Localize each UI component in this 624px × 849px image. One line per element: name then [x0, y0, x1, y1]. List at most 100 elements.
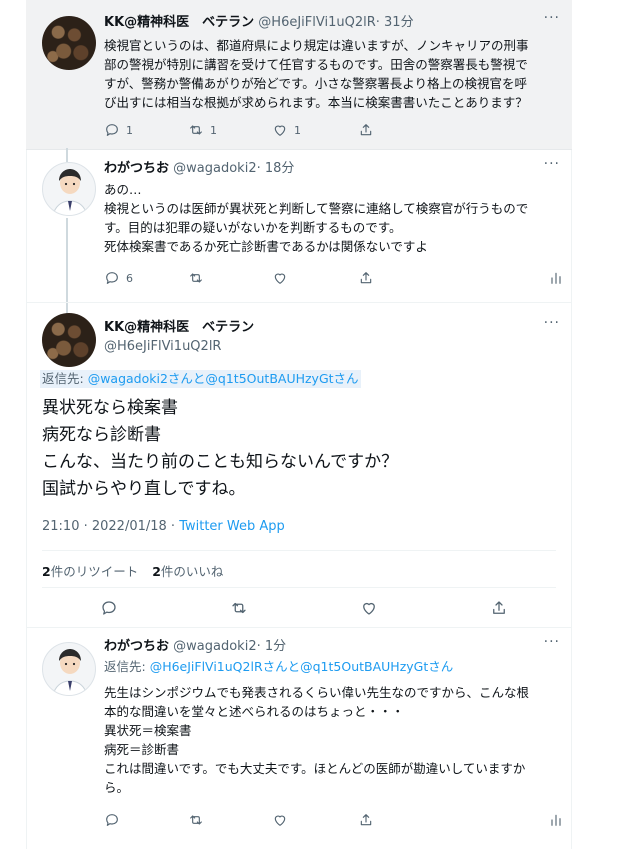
avatar-wagadoki[interactable] — [42, 642, 96, 696]
tweet-time[interactable]: · 31分 — [376, 15, 414, 30]
analytics-icon — [551, 814, 561, 826]
author-name[interactable]: KK@精神科医 ベテラン — [104, 319, 254, 337]
more-icon[interactable]: ··· — [544, 10, 560, 26]
divider — [42, 550, 556, 551]
tweet-wagadoki-2[interactable]: わがつちお @wagadoki2· 1分 ··· 返信先: @H6eJiFlVi… — [26, 627, 572, 849]
retweet-icon — [232, 602, 246, 614]
reply-to-line: 返信先: @H6eJiFlVi1uQ2lRさんと@q1t5OutBAUHzyGt… — [104, 658, 453, 676]
analytics-button[interactable] — [548, 270, 564, 286]
tweet-actions: 1 1 1 — [104, 122, 404, 140]
retweet-button[interactable] — [188, 270, 204, 286]
author-name[interactable]: KK@精神科医 ベテラン — [104, 15, 254, 30]
like-button[interactable]: 1 — [272, 122, 301, 138]
tweet-line: 異状死＝検案書 — [104, 723, 192, 738]
timestamp-text[interactable]: 21:10 · 2022/01/18 · — [42, 519, 179, 534]
tweet-text: 異状死なら検案書 病死なら診断書 こんな、当たり前のことも知らないんですか？ 国… — [42, 395, 542, 503]
author-name[interactable]: わがつちお — [104, 161, 169, 176]
author-name[interactable]: わがつちお — [104, 639, 169, 654]
share-button[interactable] — [358, 122, 374, 138]
tweet-line: 国試からやり直しですね。 — [42, 479, 246, 499]
more-icon[interactable]: ··· — [544, 634, 560, 650]
likes-number: 2 — [152, 564, 161, 579]
avatar-illustration — [52, 649, 88, 695]
retweets-stat[interactable]: 2件のリツイート — [42, 564, 138, 579]
tweet-line: 先生はシンポジウムでも発表されるくらい偉い先生なのですから、こんな根 — [104, 685, 530, 700]
avatar-illustration — [52, 169, 88, 215]
like-button[interactable] — [272, 270, 288, 286]
reply-icon — [102, 601, 116, 615]
tweet-header: わがつちお @wagadoki2· 1分 — [104, 638, 286, 656]
reply-to-link[interactable]: @H6eJiFlVi1uQ2lRさんと@q1t5OutBAUHzyGtさん — [150, 659, 454, 674]
retweet-icon — [190, 125, 202, 135]
reply-button[interactable] — [104, 812, 120, 828]
reply-prefix: 返信先: — [42, 371, 88, 386]
likes-stat[interactable]: 2件のいいね — [152, 564, 223, 579]
analytics-button[interactable] — [548, 812, 564, 828]
tweet-line: 検視官というのは、都道府県により規定は違いますが、ノンキャリアの刑事 — [104, 38, 529, 53]
share-button[interactable] — [490, 599, 508, 617]
author-handle[interactable]: @wagadoki2 — [173, 639, 256, 654]
reply-button[interactable]: 1 — [104, 122, 133, 138]
author-handle[interactable]: @H6eJiFlVi1uQ2lR — [258, 15, 375, 30]
tweet-text: あの… 検視というのは医師が異状死と判断して警察に連絡して検察官が行うもので す… — [104, 180, 562, 256]
tweet-wagadoki-1[interactable]: わがつちお @wagadoki2· 18分 ··· あの… 検視というのは医師が… — [26, 150, 572, 302]
tweet-line: すが、警務か警備あがりが殆どです。小さな警察署長より格上の検視官を呼 — [104, 76, 528, 91]
tweet-header: KK@精神科医 ベテラン @H6eJiFlVi1uQ2lR· 31分 — [104, 14, 414, 32]
tweet-actions — [104, 812, 564, 830]
tweet-kk-focused[interactable]: KK@精神科医 ベテラン @H6eJiFlVi1uQ2lR ··· 返信先: @… — [26, 302, 572, 627]
tweet-line: す。目的は犯罪の疑いがないかを判断するものです。 — [104, 220, 402, 235]
tweet-line: こんな、当たり前のことも知らないんですか？ — [42, 452, 399, 472]
tweet-line: 病死なら診断書 — [42, 425, 161, 445]
source-link[interactable]: Twitter Web App — [179, 519, 285, 534]
tweet-timestamp: 21:10 · 2022/01/18 · Twitter Web App — [42, 519, 285, 534]
retweet-button[interactable]: 1 — [188, 122, 217, 138]
like-button[interactable] — [360, 599, 378, 617]
reply-icon — [106, 124, 118, 136]
share-icon — [360, 124, 372, 136]
tweet-kk-1[interactable]: KK@精神科医 ベテラン @H6eJiFlVi1uQ2lR· 31分 ··· 検… — [26, 0, 572, 150]
retweets-label: 件のリツイート — [50, 564, 139, 579]
reply-count: 1 — [126, 123, 133, 137]
like-button[interactable] — [272, 812, 288, 828]
retweet-button[interactable] — [188, 812, 204, 828]
retweet-button[interactable] — [230, 599, 248, 617]
tweet-text: 先生はシンポジウムでも発表されるくらい偉い先生なのですから、こんな根 本的な間違… — [104, 683, 562, 797]
share-button[interactable] — [358, 270, 374, 286]
share-button[interactable] — [358, 812, 374, 828]
tweet-line: これは間違いです。でも大丈夫です。ほとんどの医師が勘違いしていますか — [104, 761, 526, 776]
avatar-kk[interactable] — [42, 16, 96, 70]
share-icon — [360, 814, 372, 826]
reply-button[interactable]: 6 — [104, 270, 133, 286]
retweet-icon — [190, 273, 202, 283]
author-handle[interactable]: @wagadoki2 — [173, 161, 256, 176]
author-handle[interactable]: @H6eJiFlVi1uQ2lR — [104, 338, 221, 356]
tweet-header: わがつちお @wagadoki2· 18分 — [104, 160, 294, 178]
more-icon[interactable]: ··· — [544, 315, 560, 331]
more-icon[interactable]: ··· — [544, 156, 560, 172]
tweet-time[interactable]: · 1分 — [257, 639, 287, 654]
likes-label: 件のいいね — [160, 564, 224, 579]
tweet-line: 部の警視が特別に講習を受けて任官するものです。田舎の警察署長も警視で — [104, 57, 528, 72]
like-count: 1 — [294, 123, 301, 137]
reply-count: 6 — [126, 271, 133, 285]
tweet-line: び出すには相当な根拠が求められます。本当に検案書書いたことあります？ — [104, 95, 528, 110]
tweet-actions — [26, 599, 572, 617]
thread-connector — [66, 218, 68, 314]
tweet-line: あの… — [104, 182, 142, 197]
reply-to-line: 返信先: @wagadoki2さんと@q1t5OutBAUHzyGtさん — [40, 370, 361, 388]
reply-prefix: 返信先: — [104, 659, 150, 674]
share-icon — [493, 601, 505, 614]
tweet-actions: 6 — [104, 270, 564, 288]
retweet-icon — [190, 815, 202, 825]
reply-to-link[interactable]: @wagadoki2さんと@q1t5OutBAUHzyGtさん — [88, 371, 359, 386]
avatar-wagadoki[interactable] — [42, 162, 96, 216]
reply-icon — [106, 272, 118, 284]
like-icon — [274, 815, 286, 826]
retweets-number: 2 — [42, 564, 51, 579]
tweet-time[interactable]: · 18分 — [257, 161, 295, 176]
avatar-kk[interactable] — [42, 313, 96, 367]
retweet-count: 1 — [210, 123, 217, 137]
reply-button[interactable] — [100, 599, 118, 617]
tweet-line: 異状死なら検案書 — [42, 398, 178, 418]
analytics-icon — [551, 272, 561, 284]
